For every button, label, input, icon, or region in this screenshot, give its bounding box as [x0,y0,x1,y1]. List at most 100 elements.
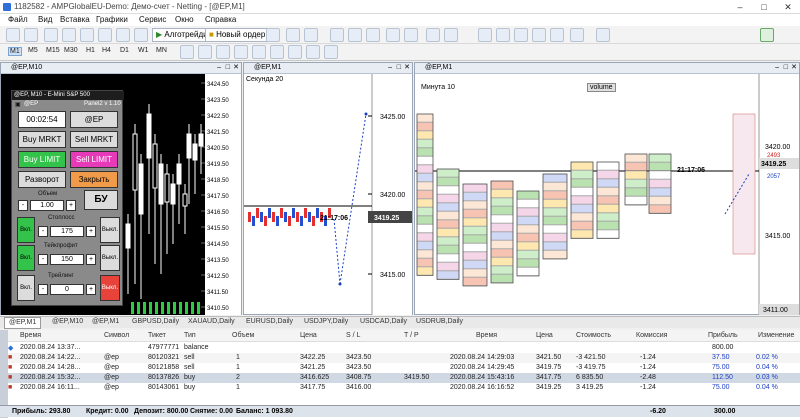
reverse-button[interactable]: Разворот [18,171,66,188]
editor-icon[interactable] [134,28,148,42]
table-row[interactable]: ■ 2020.08.24 15:32... @ep 80137826 buy 2 3416.… [0,373,800,383]
breakeven-button[interactable]: БУ [84,190,118,210]
signal-icon[interactable] [760,28,774,42]
menu-window[interactable]: Окно [175,15,194,24]
col-header[interactable]: Время [20,332,41,339]
buy-market-button[interactable]: Buy MRKT [18,131,66,148]
crosshair-tool-icon[interactable] [198,45,212,59]
chart-pane-middle[interactable]: @EP,M1 – □ ✕ 3425.00 3420.00 3415.00 3419.2… [243,62,413,315]
cursor-icon[interactable] [180,45,194,59]
line-toggle-icon[interactable] [496,28,510,42]
tf-h4[interactable]: H4 [102,47,111,54]
col-header[interactable]: T / P [404,332,419,339]
table-row[interactable]: ■ 2020.08.24 14:28... @ep 80121858 sell 1 3421… [0,363,800,373]
indicators-icon[interactable] [426,28,440,42]
pane-minimize-icon[interactable]: – [775,63,779,73]
col-header[interactable]: Тикет [148,332,166,339]
trail-on-button[interactable]: Вкл. [17,275,35,301]
col-header[interactable]: Тип [184,332,196,339]
trail-minus-button[interactable]: - [38,284,48,295]
chart-area[interactable]: 3420.003415.003419.25249320573411.0021:1… [415,74,799,315]
sell-market-button[interactable]: Sell MRKT [70,131,118,148]
menu-insert[interactable]: Вставка [60,15,90,24]
clock-icon[interactable] [596,28,610,42]
stoploss-input[interactable]: 175 [50,226,84,237]
chart-tab[interactable]: GBPUSD,Daily [132,318,179,325]
fibonacci-icon[interactable] [288,45,302,59]
chart-area[interactable]: 3425.00 3420.00 3415.00 3419.25 21:17:06 [244,74,412,315]
menu-charts[interactable]: Графики [96,15,128,24]
horizontal-line-icon[interactable] [234,45,248,59]
sl-plus-button[interactable]: + [86,226,96,237]
maximize-button[interactable]: □ [752,0,776,14]
chart-shift-icon[interactable] [404,28,418,42]
chart-pane-left[interactable]: @EP,M10 – □ ✕ 3424.50 3423.50 3422.50 3421.… [0,62,242,315]
tf-m5[interactable]: M5 [28,47,38,54]
new-order-button[interactable]: ■ Новый ордер [205,28,270,42]
sl-on-button[interactable]: Вкл. [17,217,35,243]
tf-h1[interactable]: H1 [86,47,95,54]
volume-selector[interactable]: volume [587,83,616,92]
col-header[interactable]: Цена [300,332,317,339]
navigator-icon[interactable] [80,28,94,42]
pane-minimize-icon[interactable]: – [388,63,392,73]
minimize-button[interactable]: – [728,0,752,14]
bars-toggle-icon[interactable] [478,28,492,42]
tp-plus-button[interactable]: + [86,254,96,265]
col-header[interactable]: Изменение [758,332,794,339]
bar-chart-icon[interactable] [266,28,280,42]
chart-tab[interactable]: EURUSD,Daily [246,318,293,325]
save-icon[interactable] [532,28,546,42]
channel-icon[interactable] [270,45,284,59]
chart-tab[interactable]: @EP,M10 [52,318,83,325]
menu-file[interactable]: Файл [8,15,28,24]
pane-minimize-icon[interactable]: – [217,63,221,73]
col-header[interactable]: Символ [104,332,129,339]
auto-scroll-icon[interactable] [386,28,400,42]
table-row[interactable]: ■ 2020.08.24 16:11... @ep 80143061 buy 1 3417.… [0,383,800,393]
grid-icon[interactable] [366,28,380,42]
trail-plus-button[interactable]: + [86,284,96,295]
print-icon[interactable] [550,28,564,42]
trail-off-button[interactable]: Выкл. [100,275,120,301]
sl-off-button[interactable]: Выкл. [100,217,120,243]
buy-limit-button[interactable]: Buy LIMIT [18,151,66,168]
col-header[interactable]: Стоимость [576,332,611,339]
pane-maximize-icon[interactable]: □ [784,63,788,73]
chart-tab[interactable]: USDJPY,Daily [304,318,348,325]
chart-tab[interactable]: USDCAD,Daily [360,318,407,325]
tf-m15[interactable]: M15 [46,47,60,54]
close-all-button[interactable]: Закрыть [70,171,118,188]
text-tool-icon[interactable] [306,45,320,59]
data-window-icon[interactable] [62,28,76,42]
chart-tab[interactable]: USDRUB,Daily [416,318,463,325]
sell-limit-button[interactable]: Sell LIMIT [70,151,118,168]
new-chart-icon[interactable] [6,28,20,42]
trendline-icon[interactable] [252,45,266,59]
sl-minus-button[interactable]: - [38,226,48,237]
pane-close-icon[interactable]: ✕ [233,63,239,73]
tf-w1[interactable]: W1 [138,47,149,54]
menu-tools[interactable]: Сервис [139,15,166,24]
volume-plus-button[interactable]: + [66,200,76,211]
zoom-out-icon[interactable] [348,28,362,42]
table-row[interactable]: ■ 2020.08.24 14:22... @ep 80120321 sell 1 3422… [0,353,800,363]
col-header[interactable]: Прибыль [708,332,738,339]
menu-view[interactable]: Вид [38,15,52,24]
col-header[interactable]: Цена [536,332,553,339]
tp-minus-button[interactable]: - [38,254,48,265]
color-icon[interactable] [514,28,528,42]
pane-maximize-icon[interactable]: □ [226,63,230,73]
pane-close-icon[interactable]: ✕ [404,63,410,73]
zoom-in-icon[interactable] [330,28,344,42]
chart-tab[interactable]: XAUAUD,Daily [188,318,235,325]
tester-icon[interactable] [116,28,130,42]
volume-minus-button[interactable]: - [18,200,28,211]
table-row[interactable]: ◆ 2020.08.24 13:37... 47977771 balance 800.0… [0,343,800,353]
chart-tab[interactable]: @EP,M1 [92,318,119,325]
col-header[interactable]: Комиссия [636,332,667,339]
volume-input[interactable]: 1.00 [30,200,64,211]
templates-icon[interactable] [444,28,458,42]
tf-m30[interactable]: M30 [64,47,78,54]
candlestick-icon[interactable] [286,28,300,42]
